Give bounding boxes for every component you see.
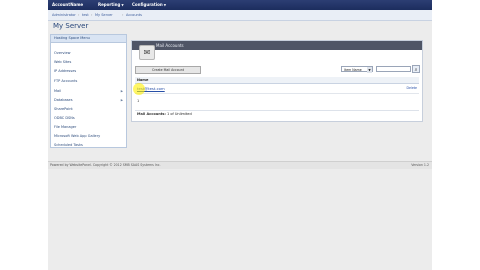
topnav-account[interactable]: AccountName	[52, 2, 83, 8]
sidebar-item-odbc-dsns[interactable]: ODBC DSNs	[54, 116, 75, 120]
version-text: Version 1.2	[411, 163, 429, 167]
search-input[interactable]	[376, 66, 411, 72]
sidebar-item-databases[interactable]: Databases	[54, 98, 73, 102]
sidebar-header: Hosting Space Menu	[51, 35, 126, 43]
mail-accounts-panel: Mail Accounts ✉ Create Mail Account Item…	[131, 40, 423, 122]
hosting-space-menu: Hosting Space Menu Overview Web Sites IP…	[50, 34, 127, 148]
column-header-name[interactable]: Name	[135, 77, 419, 84]
summary-label: Mail Accounts:	[137, 112, 166, 116]
sidebar-item-ip-addresses[interactable]: IP Addresses	[54, 69, 76, 73]
page: AccountName Reporting▼ Configuration▼ Ad…	[48, 0, 432, 270]
search-icon[interactable]: ⌕	[412, 65, 420, 73]
chevron-right-icon: ▶	[120, 89, 123, 93]
create-mail-account-button[interactable]: Create Mail Account	[135, 66, 201, 74]
panel-title: Mail Accounts	[156, 43, 184, 48]
left-margin	[0, 0, 48, 270]
breadcrumb-item[interactable]: Accounts	[126, 13, 142, 17]
sidebar-item-ftp-accounts[interactable]: FTP Accounts	[54, 79, 77, 83]
topnav-configuration[interactable]: Configuration▼	[132, 2, 166, 8]
delete-link[interactable]: Delete	[407, 84, 417, 93]
summary-value: 1 of Unlimited	[167, 112, 192, 116]
sidebar-item-mail[interactable]: Mail	[54, 89, 61, 93]
chevron-down-icon: ▼	[121, 3, 124, 7]
chevron-down-icon: ▼	[367, 67, 372, 73]
breadcrumb: Administrator › test › My Server › Accou…	[48, 10, 432, 21]
panel-header: Mail Accounts	[132, 41, 422, 50]
breadcrumb-item[interactable]: test	[82, 13, 89, 17]
page-title: My Server	[53, 22, 89, 30]
table-row: test@test.com Delete	[133, 83, 419, 95]
breadcrumb-item[interactable]: Administrator	[52, 13, 76, 17]
topnav-label: AccountName	[52, 2, 84, 7]
mail-accounts-icon: ✉	[139, 45, 155, 60]
sidebar-item-sharepoint[interactable]: SharePoint	[54, 107, 73, 111]
topnav-label: Configuration	[132, 2, 163, 7]
divider	[135, 110, 419, 111]
breadcrumb-separator: ›	[122, 13, 124, 17]
sidebar-item-scheduled-tasks[interactable]: Scheduled Tasks	[54, 143, 83, 147]
topnav-label: Reporting	[98, 2, 121, 7]
topnav-reporting[interactable]: Reporting▼	[98, 2, 124, 8]
mail-accounts-table: Name test@test.com Delete	[133, 77, 419, 95]
breadcrumb-separator: ›	[91, 13, 93, 17]
select-value: Item Name	[344, 68, 362, 72]
chevron-right-icon: ▶	[120, 98, 123, 102]
mail-accounts-summary: Mail Accounts: 1 of Unlimited	[137, 112, 192, 116]
sidebar-item-overview[interactable]: Overview	[54, 51, 70, 55]
right-margin	[432, 0, 480, 270]
chevron-down-icon: ▼	[163, 3, 167, 7]
sidebar-item-web-sites[interactable]: Web Sites	[54, 60, 71, 64]
top-navigation: AccountName Reporting▼ Configuration▼	[48, 0, 432, 10]
copyright-text: Powered by WebsitePanel. Copyright © 201…	[50, 163, 161, 167]
search-field-select[interactable]: Item Name ▼	[341, 66, 373, 73]
footer: Powered by WebsitePanel. Copyright © 201…	[48, 161, 432, 169]
breadcrumb-item[interactable]: My Server	[95, 13, 113, 17]
sidebar-item-web-app-gallery[interactable]: Microsoft Web App Gallery	[54, 134, 100, 138]
sidebar-item-file-manager[interactable]: File Manager	[54, 125, 76, 129]
cursor-highlight	[133, 83, 145, 95]
breadcrumb-separator: ›	[78, 13, 80, 17]
pager[interactable]: 1	[137, 99, 139, 103]
